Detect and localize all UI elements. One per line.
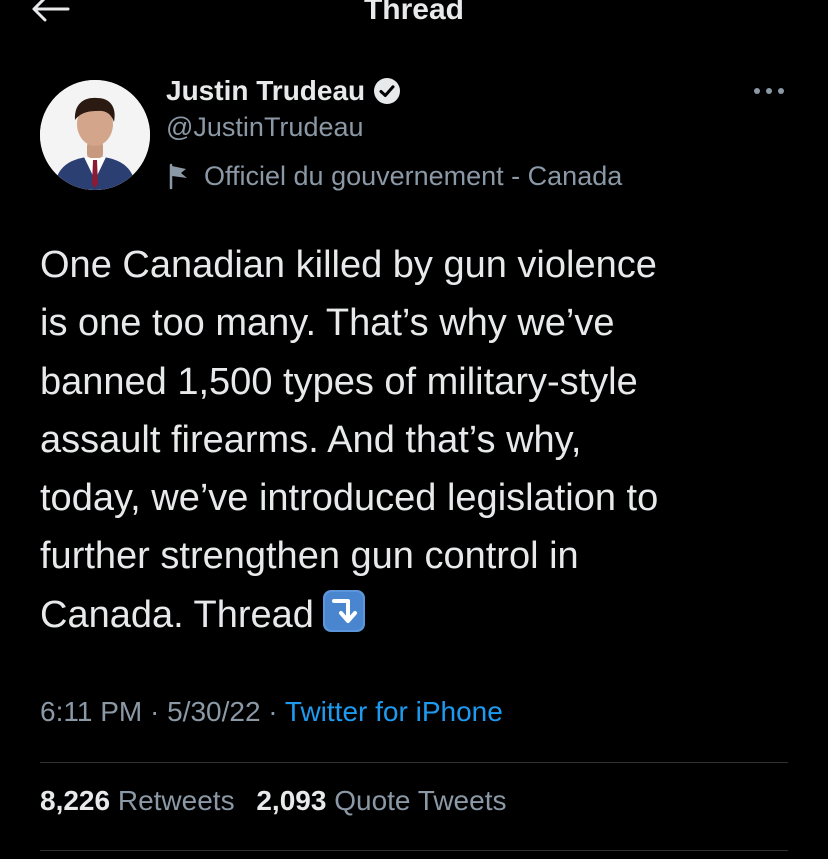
verified-badge-icon bbox=[374, 78, 401, 104]
arrow-down-emoji-icon bbox=[322, 589, 365, 632]
more-options-button[interactable] bbox=[748, 78, 790, 104]
divider bbox=[40, 850, 788, 851]
quote-tweets-count: 2,093 bbox=[256, 785, 327, 816]
author-name-row: Justin Trudeau bbox=[166, 72, 401, 110]
tweet-date[interactable]: 5/30/22 bbox=[167, 696, 260, 727]
divider bbox=[40, 762, 788, 763]
tweet-meta: 6:11 PM · 5/30/22 · Twitter for iPhone bbox=[40, 696, 503, 728]
quote-tweets-label: Quote Tweets bbox=[334, 785, 507, 816]
avatar[interactable] bbox=[40, 80, 150, 190]
page-title: Thread bbox=[363, 0, 465, 26]
government-label: Officiel du gouvernement - Canada bbox=[204, 160, 623, 191]
tweet-time[interactable]: 6:11 PM bbox=[40, 696, 142, 727]
retweets-stat[interactable]: 8,226 Retweets bbox=[40, 785, 235, 816]
more-dots-icon bbox=[754, 88, 784, 94]
meta-separator: · bbox=[260, 696, 285, 727]
retweets-label: Retweets bbox=[117, 785, 235, 816]
flag-icon bbox=[169, 163, 187, 190]
retweets-count: 8,226 bbox=[40, 785, 111, 816]
tweet-text: One Canadian killed by gun violence is o… bbox=[40, 236, 800, 644]
author-handle[interactable]: @JustinTrudeau bbox=[166, 112, 364, 143]
tweet-stats: 8,226 Retweets 2,093 Quote Tweets bbox=[40, 785, 520, 817]
quote-tweets-stat[interactable]: 2,093 Quote Tweets bbox=[256, 785, 506, 816]
author-name[interactable]: Justin Trudeau bbox=[166, 75, 365, 107]
tweet-body: One Canadian killed by gun violence is o… bbox=[40, 244, 659, 636]
tweet-source-link[interactable]: Twitter for iPhone bbox=[285, 696, 503, 727]
government-label-row: Officiel du gouvernement - Canada bbox=[166, 158, 622, 194]
top-bar: Thread bbox=[0, 0, 828, 30]
meta-separator: · bbox=[142, 696, 168, 727]
